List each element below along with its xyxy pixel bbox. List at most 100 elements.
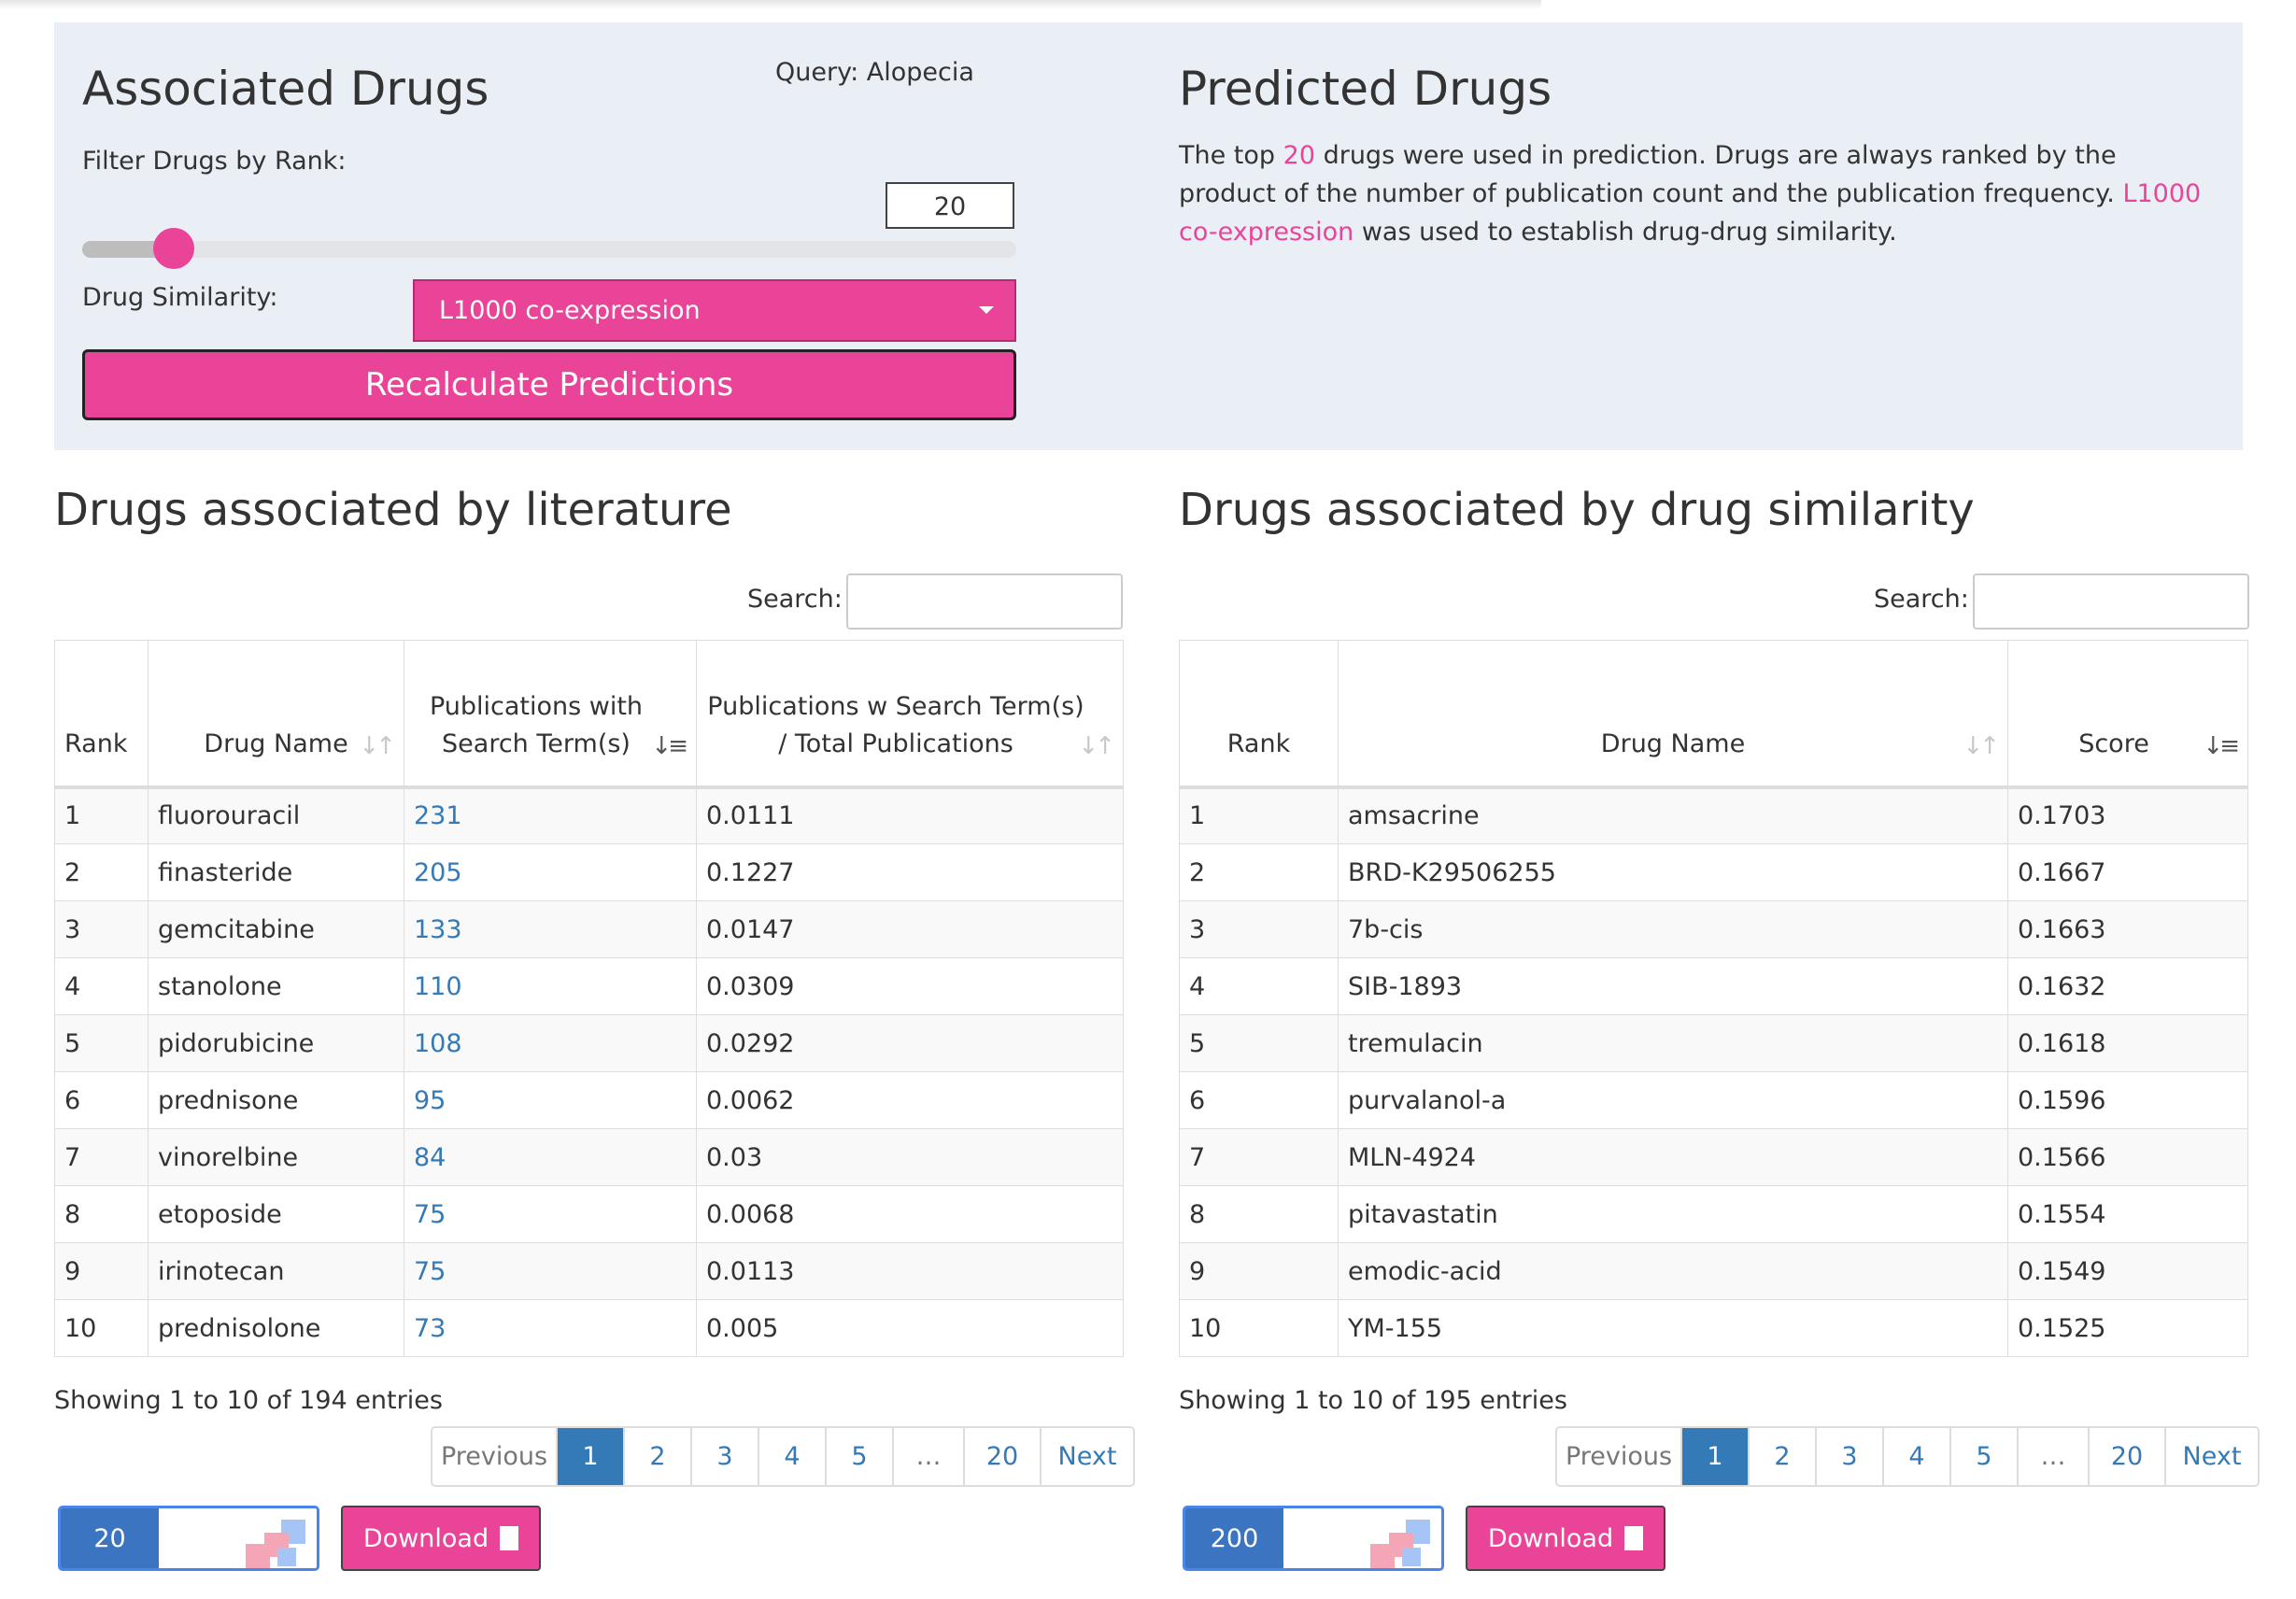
page-button[interactable]: 20 — [963, 1428, 1040, 1485]
page-ellipsis: … — [2017, 1428, 2088, 1485]
literature-network-count: 20 — [61, 1508, 159, 1568]
table-cell: 0.0147 — [696, 900, 1124, 958]
filter-label: Filter Drugs by Rank: — [82, 147, 347, 176]
table-cell: 0.0111 — [696, 786, 1124, 844]
predicted-drugs-title: Predicted Drugs — [1179, 62, 1552, 116]
download-label: Download — [362, 1523, 489, 1553]
table-cell: 9 — [54, 1242, 149, 1300]
sort-desc-icon: ↓≡ — [2203, 731, 2240, 760]
page-ellipsis: … — [892, 1428, 963, 1485]
table-cell: 0.1566 — [2007, 1128, 2248, 1186]
col-header-label: Rank — [64, 729, 128, 758]
next-page-button[interactable]: Next — [1040, 1428, 1133, 1485]
similarity-label: Drug Similarity: — [82, 283, 278, 312]
literature-download-button[interactable]: Download — [341, 1506, 541, 1571]
page-button[interactable]: 4 — [1882, 1428, 1949, 1485]
literature-network-thumbnail[interactable]: 20 — [58, 1506, 319, 1571]
table-cell: 0.03 — [696, 1128, 1124, 1186]
similarity-network-thumbnail[interactable]: 200 — [1183, 1506, 1444, 1571]
table-cell: 0.005 — [696, 1299, 1124, 1357]
table-cell: 3 — [54, 900, 149, 958]
page-button[interactable]: 1 — [1680, 1428, 1748, 1485]
table-row: 10 prednisolone 73 0.005 — [54, 1299, 1124, 1357]
sort-both-icon: ↓↑ — [1963, 731, 2000, 760]
similarity-table-body: 1 amsacrine 0.1703 2 BRD-K29506255 0.1667 3 7b-… — [1179, 786, 2248, 1357]
table-cell: MLN-4924 — [1338, 1128, 2008, 1186]
table-row: 9 irinotecan 75 0.0113 — [54, 1242, 1124, 1300]
col-header-drug-name[interactable]: Drug Name ↓↑ — [1338, 640, 2008, 789]
network-graphic-icon — [1370, 1520, 1430, 1568]
table-row: 10 YM-155 0.1525 — [1179, 1299, 2248, 1357]
desc-text: The top — [1179, 141, 1283, 170]
rank-slider-handle[interactable] — [153, 228, 194, 269]
page-button[interactable]: 5 — [1949, 1428, 2017, 1485]
table-cell: 0.1525 — [2007, 1299, 2248, 1357]
similarity-table: Rank Drug Name ↓↑ Score ↓≡ 1 amsacrine 0.170… — [1179, 640, 2248, 1357]
page-button[interactable]: 2 — [623, 1428, 690, 1485]
table-row: 2 finasteride 205 0.1227 — [54, 843, 1124, 901]
table-cell: 0.1703 — [2007, 786, 2248, 844]
page-button[interactable]: 20 — [2088, 1428, 2164, 1485]
table-cell[interactable]: 75 — [404, 1242, 697, 1300]
next-page-button[interactable]: Next — [2164, 1428, 2258, 1485]
literature-section-title: Drugs associated by literature — [54, 484, 732, 536]
literature-showing-info: Showing 1 to 10 of 194 entries — [54, 1386, 443, 1415]
table-cell: 5 — [54, 1014, 149, 1072]
page-button[interactable]: 5 — [825, 1428, 892, 1485]
previous-page-button[interactable]: Previous — [432, 1428, 556, 1485]
table-cell: 9 — [1179, 1242, 1339, 1300]
sort-both-icon: ↓↑ — [359, 731, 396, 760]
table-cell[interactable]: 108 — [404, 1014, 697, 1072]
page-button[interactable]: 4 — [758, 1428, 825, 1485]
page-button[interactable]: 3 — [690, 1428, 758, 1485]
similarity-search-input[interactable] — [1973, 573, 2249, 630]
table-row: 4 stanolone 110 0.0309 — [54, 957, 1124, 1015]
table-row: 6 prednisone 95 0.0062 — [54, 1071, 1124, 1129]
table-cell[interactable]: 73 — [404, 1299, 697, 1357]
table-cell: SIB-1893 — [1338, 957, 2008, 1015]
download-file-icon — [1624, 1526, 1644, 1550]
table-row: 5 pidorubicine 108 0.0292 — [54, 1014, 1124, 1072]
table-cell: tremulacin — [1338, 1014, 2008, 1072]
similarity-network-count: 200 — [1185, 1508, 1283, 1568]
similarity-select[interactable]: L1000 co-expression — [413, 279, 1016, 342]
table-cell[interactable]: 110 — [404, 957, 697, 1015]
table-row: 8 pitavastatin 0.1554 — [1179, 1185, 2248, 1243]
rank-input[interactable]: 20 — [886, 182, 1014, 229]
literature-search-input[interactable] — [846, 573, 1123, 630]
table-cell: 2 — [54, 843, 149, 901]
table-cell[interactable]: 95 — [404, 1071, 697, 1129]
caret-down-icon — [979, 306, 994, 314]
table-row: 7 vinorelbine 84 0.03 — [54, 1128, 1124, 1186]
table-cell[interactable]: 231 — [404, 786, 697, 844]
rank-slider-track[interactable] — [82, 241, 1016, 258]
table-cell: 8 — [54, 1185, 149, 1243]
table-cell[interactable]: 133 — [404, 900, 697, 958]
associated-drugs-title: Associated Drugs — [82, 62, 489, 116]
table-row: 1 fluorouracil 231 0.0111 — [54, 786, 1124, 844]
col-header-score[interactable]: Score ↓≡ — [2007, 640, 2248, 789]
table-cell[interactable]: 75 — [404, 1185, 697, 1243]
table-cell: 0.0068 — [696, 1185, 1124, 1243]
table-cell: prednisone — [148, 1071, 404, 1129]
table-cell[interactable]: 84 — [404, 1128, 697, 1186]
table-cell: gemcitabine — [148, 900, 404, 958]
page-button[interactable]: 2 — [1748, 1428, 1815, 1485]
literature-table: Rank Drug Name ↓↑ Publications with Searc… — [54, 640, 1124, 1357]
col-header-drug-name[interactable]: Drug Name ↓↑ — [148, 640, 404, 789]
col-header-publication-ratio[interactable]: Publications w Search Term(s) / Total Pu… — [696, 640, 1124, 789]
download-file-icon — [500, 1526, 519, 1550]
table-cell: purvalanol-a — [1338, 1071, 2008, 1129]
previous-page-button[interactable]: Previous — [1557, 1428, 1680, 1485]
col-header-rank[interactable]: Rank — [1179, 640, 1339, 789]
table-cell: 10 — [54, 1299, 149, 1357]
recalculate-button[interactable]: Recalculate Predictions — [82, 349, 1016, 420]
similarity-section-title: Drugs associated by drug similarity — [1179, 484, 1975, 536]
col-header-publications[interactable]: Publications with Search Term(s) ↓≡ — [404, 640, 697, 789]
col-header-rank[interactable]: Rank — [54, 640, 149, 789]
page-button[interactable]: 3 — [1815, 1428, 1882, 1485]
table-cell[interactable]: 205 — [404, 843, 697, 901]
similarity-download-button[interactable]: Download — [1466, 1506, 1665, 1571]
col-header-label: Drug Name — [204, 729, 348, 758]
page-button[interactable]: 1 — [556, 1428, 623, 1485]
